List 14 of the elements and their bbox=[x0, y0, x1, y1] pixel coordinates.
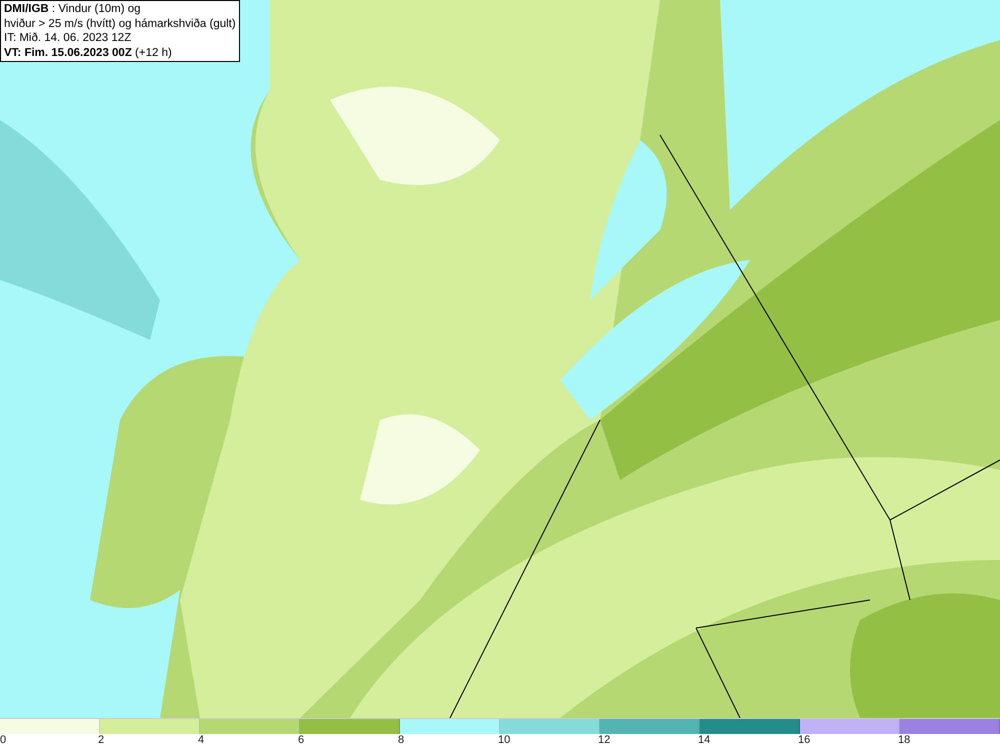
legend-label: 0 bbox=[0, 734, 6, 746]
title-line: IT: Mið. 14. 06. 2023 12Z bbox=[4, 31, 132, 46]
legend-label: 14 bbox=[698, 734, 710, 746]
title-line: hviður > 25 m/s (hvítt) og hámarkshviða (gult) bbox=[4, 16, 236, 32]
legend-label: 2 bbox=[98, 734, 104, 746]
title-line: DMI/IGB : Vindur (10m) og bbox=[4, 2, 142, 17]
legend-label: 10 bbox=[498, 734, 510, 746]
legend-label: 16 bbox=[798, 734, 810, 746]
legend-label: 8 bbox=[398, 734, 404, 746]
legend-label: 12 bbox=[598, 734, 610, 746]
legend-label: 6 bbox=[298, 734, 304, 746]
legend-label: 18 bbox=[898, 734, 910, 746]
legend-label: 4 bbox=[198, 734, 204, 746]
title-line: VT: Fim. 15.06.2023 00Z (+12 h) bbox=[4, 46, 173, 60]
